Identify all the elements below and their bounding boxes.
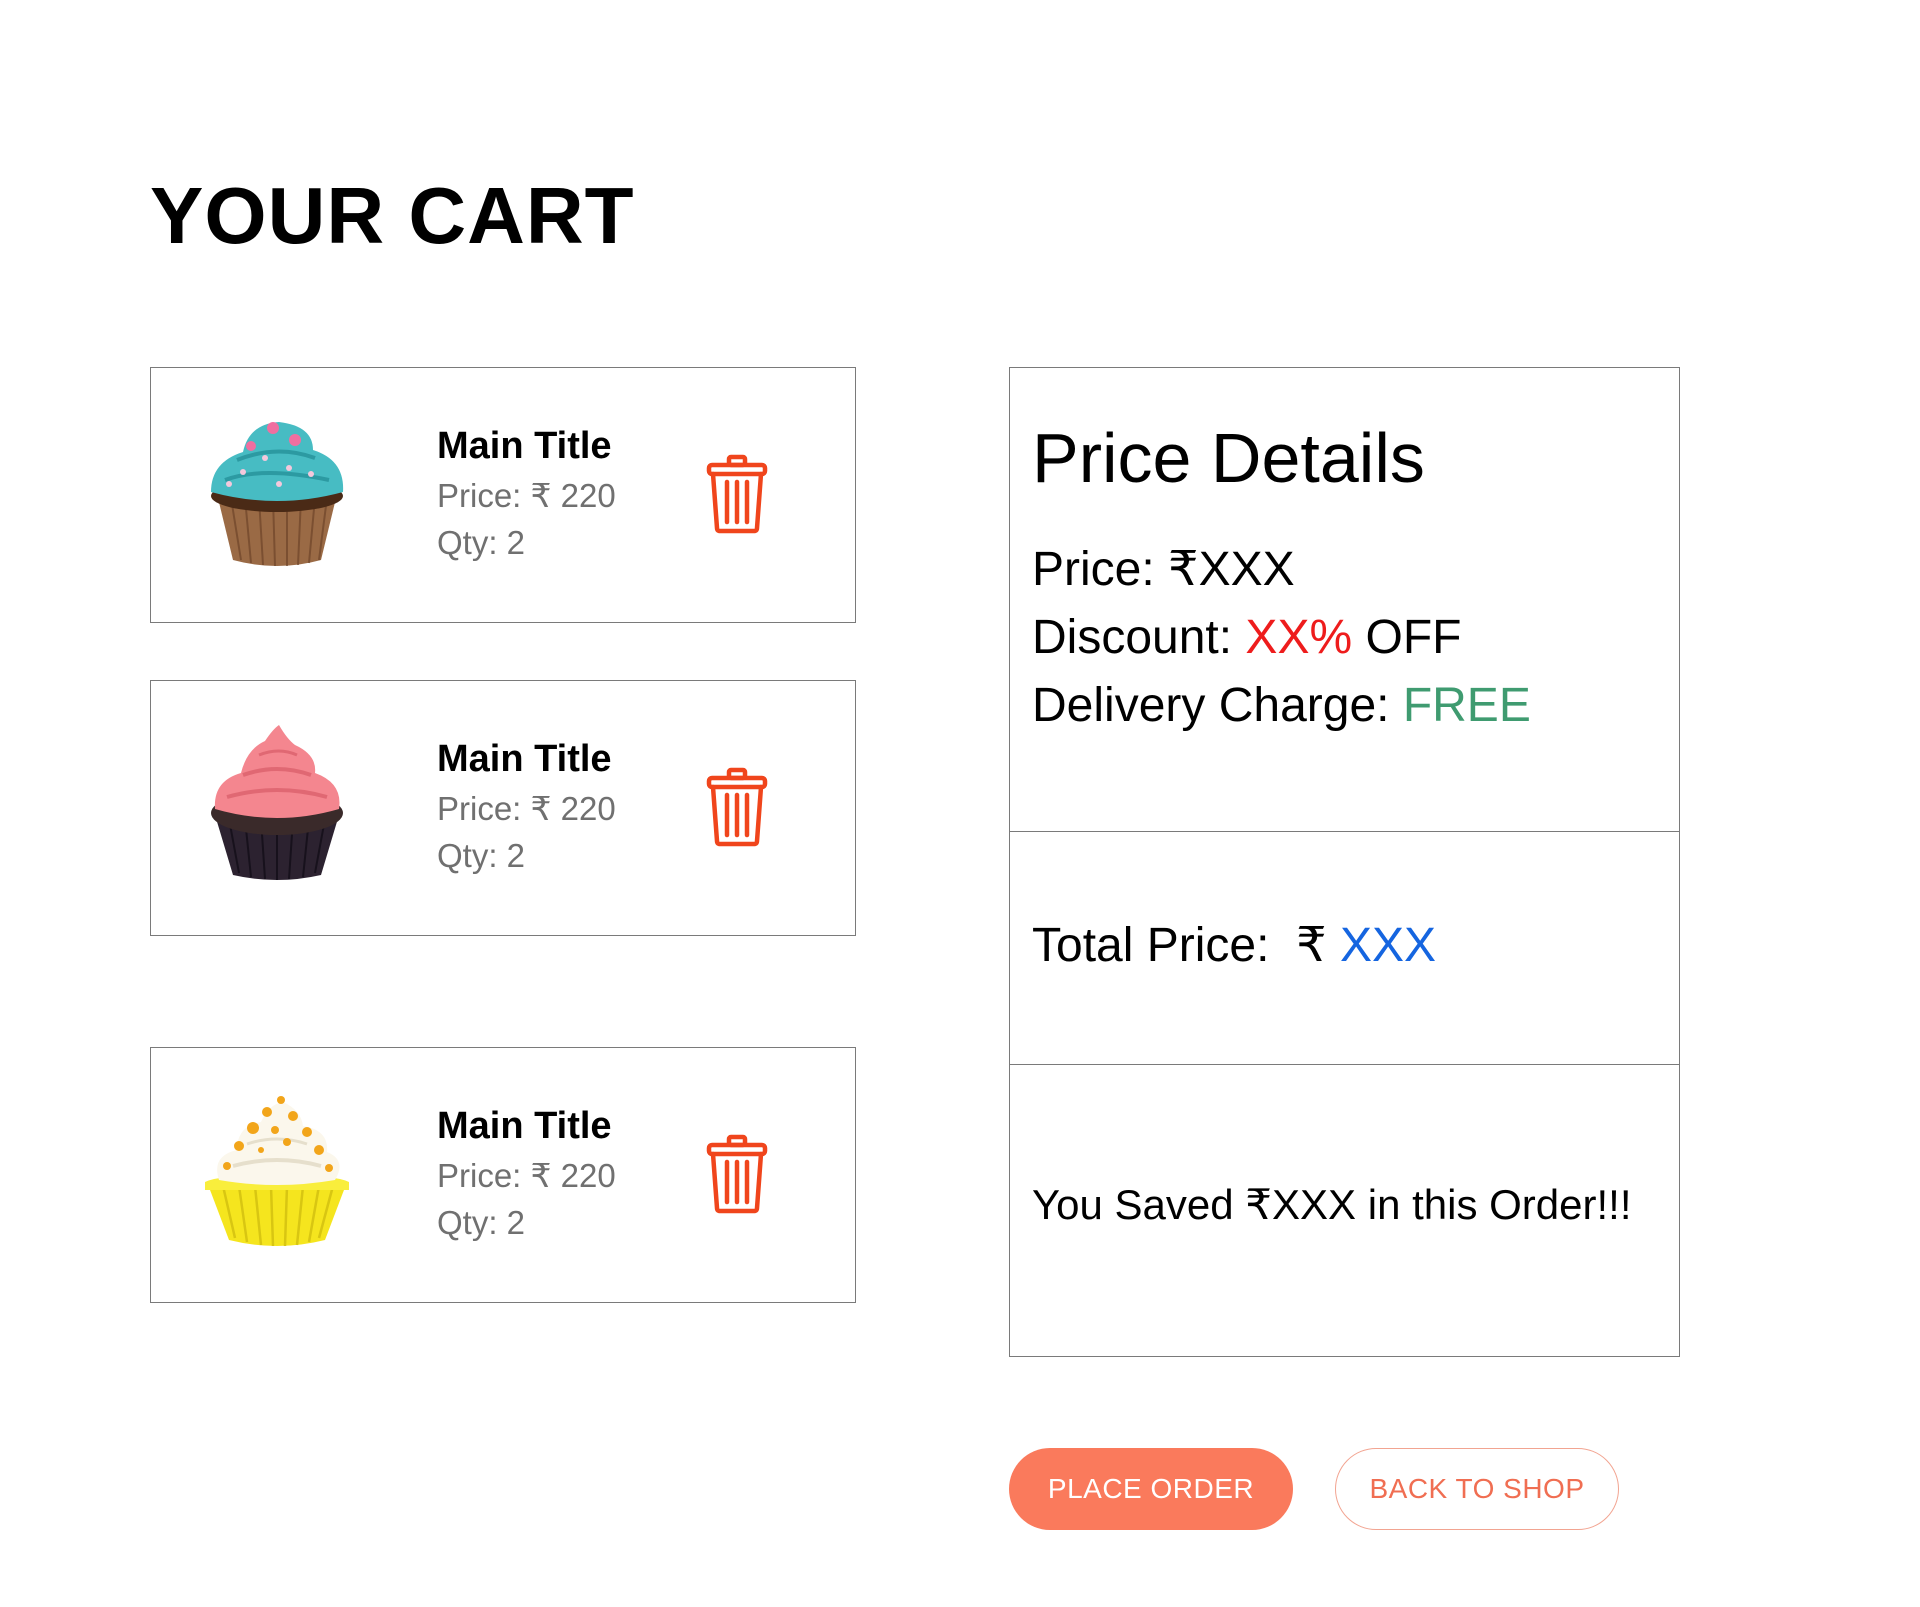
total-price-row: Total Price: ₹ XXX [1032,912,1436,980]
item-info: Main Title Price: ₹ 220 Qty: 2 [437,420,616,566]
delivery-label: Delivery Charge: [1032,679,1403,732]
delivery-value: FREE [1402,679,1531,732]
cupcake-yellow-image [205,1096,349,1247]
discount-value: XX% [1245,611,1353,664]
cupcake-teal-image [211,422,344,567]
cart-item: Main Title Price: ₹ 220 Qty: 2 [150,680,856,936]
item-price: Price: ₹ 220 [437,477,616,514]
total-price-section: Total Price: ₹ XXX [1010,831,1679,1064]
trash-icon[interactable] [705,767,769,847]
savings-message: You Saved ₹XXX in this Order!!! [1032,1181,1632,1228]
item-title: Main Title [437,425,612,467]
trash-icon[interactable] [705,454,769,534]
item-qty: Qty: 2 [437,524,526,561]
price-details-panel: Price Details Price: ₹XXX Discount: XX% … [1009,367,1680,1357]
item-title: Main Title [437,1105,612,1147]
item-title: Main Title [437,738,612,780]
price-row: Price: ₹XXX [1032,536,1531,604]
back-to-shop-button[interactable]: BACK TO SHOP [1335,1448,1619,1530]
discount-suffix: OFF [1352,611,1462,664]
item-qty: Qty: 2 [437,1204,526,1241]
price-value: ₹XXX [1168,543,1295,596]
cart-item: Main Title Price: ₹ 220 Qty: 2 [150,367,856,623]
cart-item: Main Title Price: ₹ 220 Qty: 2 [150,1047,856,1303]
delivery-row: Delivery Charge: FREE [1032,672,1531,740]
price-breakdown-section: Price Details Price: ₹XXX Discount: XX% … [1010,368,1679,831]
discount-label: Discount: [1032,611,1246,664]
price-label: Price: [1032,543,1169,596]
total-price-value: XXX [1339,919,1437,972]
item-info: Main Title Price: ₹ 220 Qty: 2 [437,1100,616,1246]
item-qty: Qty: 2 [437,837,526,874]
page-title: YOUR CART [150,171,635,260]
cupcake-pink-image [211,725,343,880]
item-info: Main Title Price: ₹ 220 Qty: 2 [437,733,616,879]
discount-row: Discount: XX% OFF [1032,604,1531,672]
item-price: Price: ₹ 220 [437,1157,616,1194]
item-price: Price: ₹ 220 [437,790,616,827]
savings-section: You Saved ₹XXX in this Order!!! [1010,1064,1679,1356]
place-order-button[interactable]: PLACE ORDER [1009,1448,1293,1530]
price-breakdown: Price: ₹XXX Discount: XX% OFF Delivery C… [1032,536,1531,740]
cart-page: YOUR CART Main Title Price: ₹ 220 Qty: 2… [0,0,1920,1607]
trash-icon[interactable] [705,1134,769,1214]
total-price-label: Total Price: ₹ [1032,919,1340,972]
price-details-heading: Price Details [1032,419,1425,497]
